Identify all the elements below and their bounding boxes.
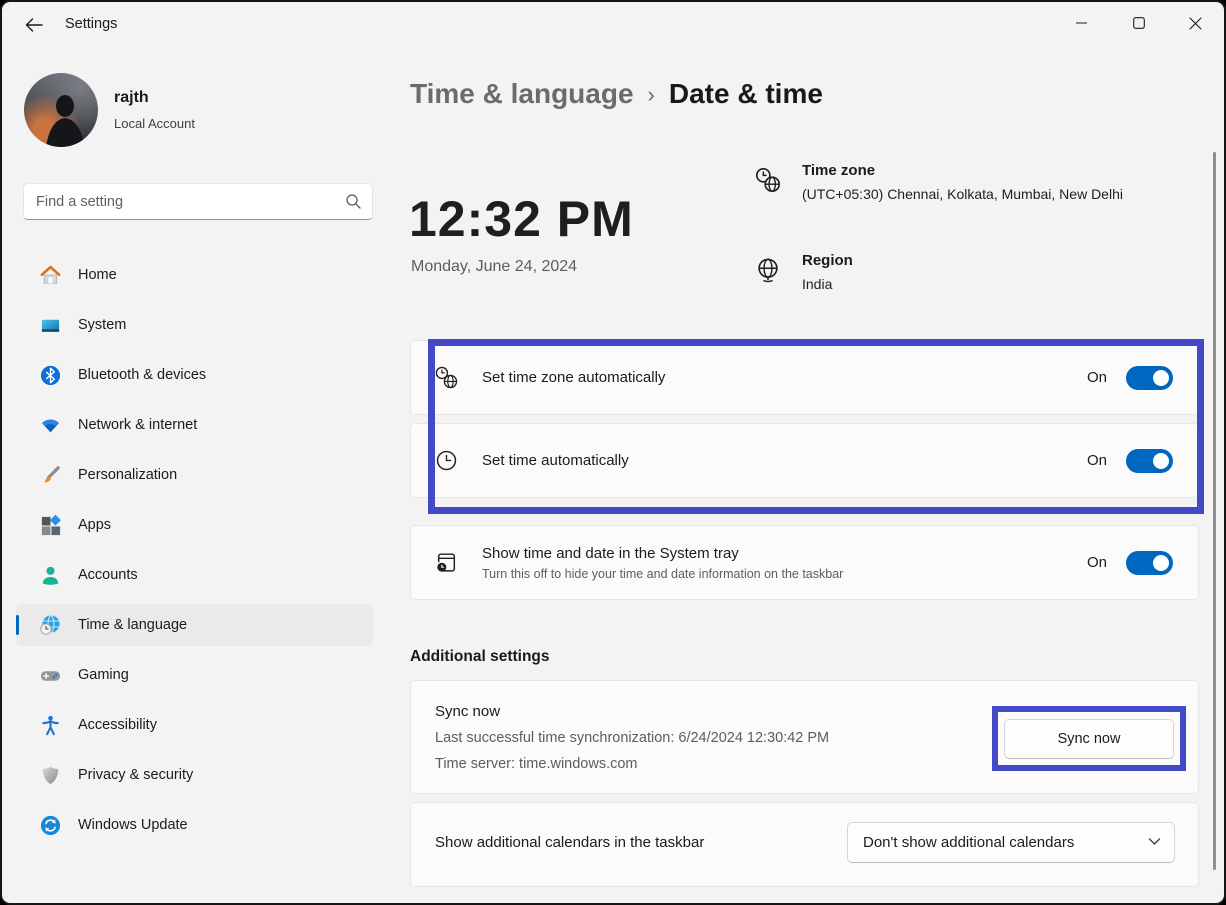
tray-clock-toggle[interactable] (1126, 551, 1173, 575)
avatar[interactable] (24, 73, 98, 147)
breadcrumb-separator-icon: › (648, 80, 655, 108)
sidebar-item-label: Windows Update (78, 817, 188, 833)
calendar-clock-icon (434, 550, 460, 575)
current-time: 12:32 PM (409, 190, 634, 248)
sidebar-item-label: Home (78, 267, 117, 283)
apps-icon (38, 513, 62, 537)
selected-accent-bar (16, 615, 19, 635)
card-system-tray-clock: Show time and date in the System tray Tu… (410, 525, 1199, 600)
minimize-button[interactable] (1053, 2, 1110, 44)
toggle-state-label: On (1087, 452, 1107, 469)
sidebar-item-label: Time & language (78, 617, 187, 633)
shield-icon (38, 763, 62, 787)
sync-last-success: Last successful time synchronization: 6/… (435, 730, 829, 746)
sync-now-button[interactable]: Sync now (1004, 719, 1174, 759)
chevron-down-icon (1148, 837, 1161, 846)
region-globe-icon (754, 256, 784, 292)
toggle-knob (1153, 453, 1169, 469)
sidebar-item-home[interactable]: Home (16, 254, 373, 296)
sidebar-item-label: Bluetooth & devices (78, 367, 206, 383)
close-button[interactable] (1167, 2, 1224, 44)
user-account-type: Local Account (114, 116, 195, 131)
sidebar-item-personalization[interactable]: Personalization (16, 454, 373, 496)
avatar-silhouette (24, 73, 98, 147)
sidebar-item-label: Apps (78, 517, 111, 533)
sidebar-item-label: Network & internet (78, 417, 197, 433)
setting-title: Set time zone automatically (482, 369, 665, 386)
sidebar-item-bluetooth-devices[interactable]: Bluetooth & devices (16, 354, 373, 396)
system-icon (38, 313, 62, 337)
settings-window: Settings rajth Local Account (0, 0, 1226, 905)
sidebar-item-apps[interactable]: Apps (16, 504, 373, 546)
paintbrush-icon (38, 463, 62, 487)
search-icon (345, 193, 362, 210)
sidebar-item-windows-update[interactable]: Windows Update (16, 804, 373, 846)
setting-subtitle: Turn this off to hide your time and date… (482, 567, 843, 581)
sidebar-item-label: Privacy & security (78, 767, 193, 783)
back-arrow-icon (25, 18, 43, 32)
toggle-state-label: On (1087, 554, 1107, 571)
sidebar-item-gaming[interactable]: Gaming (16, 654, 373, 696)
sidebar-item-network-internet[interactable]: Network & internet (16, 404, 373, 446)
current-date: Monday, June 24, 2024 (411, 258, 577, 276)
close-icon (1189, 17, 1202, 30)
minimize-icon (1076, 17, 1088, 29)
person-icon (38, 563, 62, 587)
accessibility-icon (38, 713, 62, 737)
maximize-icon (1133, 17, 1145, 29)
calendars-dropdown[interactable]: Don't show additional calendars (847, 822, 1175, 863)
titlebar: Settings (2, 2, 1224, 48)
search-box (23, 183, 373, 220)
toggle-state-label: On (1087, 369, 1107, 386)
setting-title: Set time automatically (482, 452, 629, 469)
timezone-label: Time zone (802, 162, 1123, 179)
region-info: Region India (754, 252, 853, 292)
timezone-clock-globe-icon (754, 166, 784, 202)
setting-title: Show time and date in the System tray (482, 545, 843, 562)
clock-icon (434, 448, 460, 473)
sidebar-item-label: Personalization (78, 467, 177, 483)
time-auto-toggle[interactable] (1126, 449, 1173, 473)
breadcrumb-parent[interactable]: Time & language (410, 78, 634, 110)
gamepad-icon (38, 663, 62, 687)
time-language-icon (38, 613, 62, 637)
page-title: Date & time (669, 78, 823, 110)
toggle-knob (1153, 370, 1169, 386)
sidebar-item-accounts[interactable]: Accounts (16, 554, 373, 596)
toggle-knob (1153, 555, 1169, 571)
home-icon (38, 263, 62, 287)
sync-server: Time server: time.windows.com (435, 756, 638, 772)
sidebar-item-label: Accounts (78, 567, 138, 583)
sidebar-item-accessibility[interactable]: Accessibility (16, 704, 373, 746)
wifi-icon (38, 413, 62, 437)
timezone-auto-icon (434, 365, 460, 390)
sidebar-item-label: System (78, 317, 126, 333)
section-heading: Additional settings (410, 648, 550, 666)
bluetooth-icon (38, 363, 62, 387)
card-set-time-auto: Set time automatically On (410, 423, 1199, 498)
sidebar-item-time-language[interactable]: Time & language (16, 604, 373, 646)
card-set-timezone-auto: Set time zone automatically On (410, 340, 1199, 415)
region-label: Region (802, 252, 853, 269)
timezone-info: Time zone (UTC+05:30) Chennai, Kolkata, … (754, 162, 1123, 202)
timezone-value: (UTC+05:30) Chennai, Kolkata, Mumbai, Ne… (802, 186, 1123, 202)
search-input[interactable] (36, 184, 336, 219)
breadcrumb: Time & language › Date & time (410, 78, 823, 110)
windows-update-icon (38, 813, 62, 837)
maximize-button[interactable] (1110, 2, 1167, 44)
sidebar-item-label: Gaming (78, 667, 129, 683)
sidebar-item-label: Accessibility (78, 717, 157, 733)
back-button[interactable] (18, 10, 50, 40)
scrollbar[interactable] (1213, 152, 1216, 870)
region-value: India (802, 276, 853, 292)
dropdown-selected-value: Don't show additional calendars (863, 834, 1074, 851)
calendars-label: Show additional calendars in the taskbar (435, 834, 704, 851)
sidebar-nav: Home System Bluetooth & devices Network … (16, 254, 373, 846)
timezone-auto-toggle[interactable] (1126, 366, 1173, 390)
user-name: rajth (114, 89, 149, 107)
sync-title: Sync now (435, 703, 500, 720)
sidebar-item-privacy-security[interactable]: Privacy & security (16, 754, 373, 796)
sidebar-item-system[interactable]: System (16, 304, 373, 346)
app-title: Settings (65, 16, 117, 32)
